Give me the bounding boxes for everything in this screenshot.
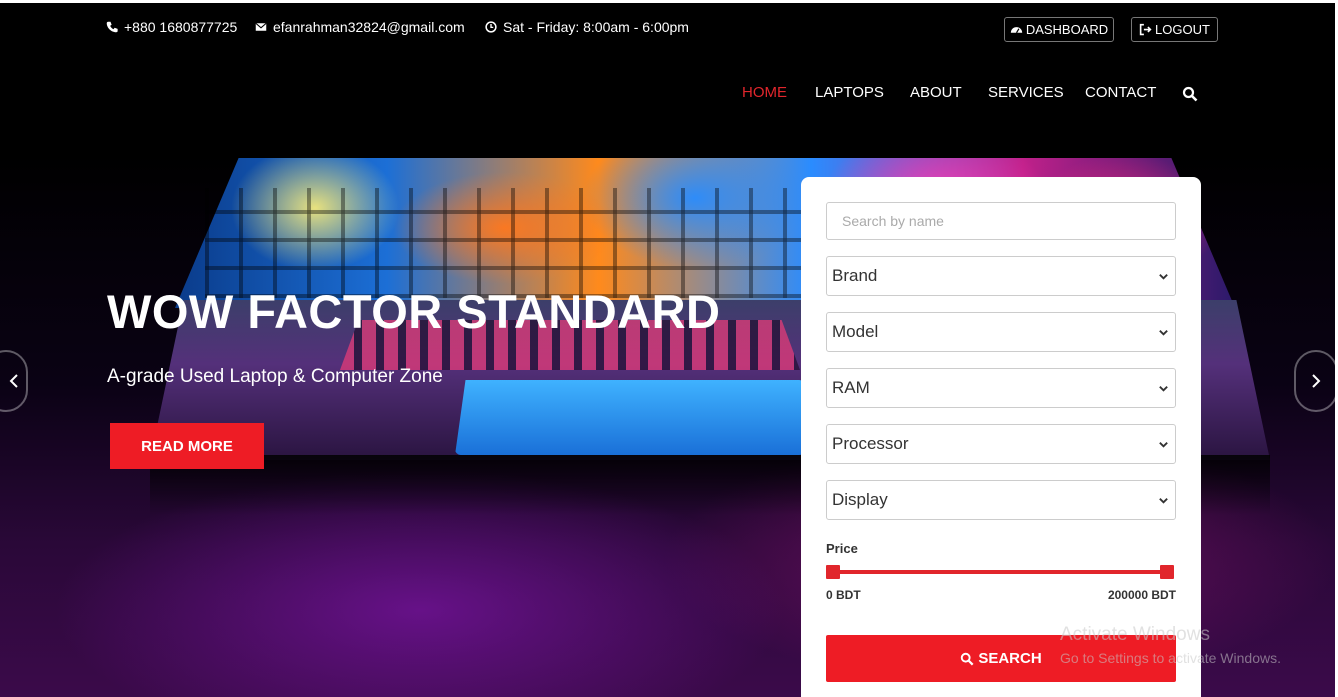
chevron-right-icon	[1312, 374, 1321, 388]
display-select[interactable]: Display	[826, 480, 1176, 520]
brand-select-value: Brand	[832, 266, 878, 285]
price-slider-max-handle[interactable]	[1160, 565, 1174, 579]
phone-icon	[106, 21, 118, 33]
model-select-value: Model	[832, 322, 879, 341]
nav-contact[interactable]: CONTACT	[1085, 84, 1156, 101]
email-address: efanrahman32824@gmail.com	[273, 19, 465, 35]
price-max-value: 200000 BDT	[1107, 588, 1176, 602]
dashboard-button[interactable]: DASHBOARD	[1004, 17, 1114, 42]
logout-button[interactable]: LOGOUT	[1131, 17, 1218, 42]
hero-headline: WOW FACTOR STANDARD	[107, 285, 721, 338]
phone-contact[interactable]: +880 1680877725	[106, 19, 237, 35]
nav-about[interactable]: ABOUT	[910, 84, 962, 101]
logout-label: LOGOUT	[1155, 22, 1210, 37]
chevron-down-icon	[1159, 329, 1168, 336]
carousel-prev-button[interactable]	[0, 350, 28, 412]
chevron-left-icon	[9, 374, 18, 388]
brand-select[interactable]: Brand	[826, 256, 1176, 296]
phone-number: +880 1680877725	[124, 19, 238, 35]
chevron-down-icon	[1159, 441, 1168, 448]
laptop-trackpad-image	[455, 380, 805, 455]
search-button-label: SEARCH	[978, 650, 1042, 667]
processor-select-value: Processor	[832, 434, 909, 453]
email-contact[interactable]: efanrahman32824@gmail.com	[255, 19, 465, 35]
chevron-down-icon	[1159, 273, 1168, 280]
hours-text: Sat - Friday: 8:00am - 6:00pm	[503, 19, 689, 35]
read-more-button[interactable]: READ MORE	[110, 423, 264, 469]
clock-icon	[485, 21, 497, 33]
laptop-filter-panel: Brand Model RAM Processor Display Price …	[801, 177, 1201, 697]
ram-select-value: RAM	[832, 378, 870, 397]
envelope-icon	[255, 22, 267, 31]
carousel-next-button[interactable]	[1294, 350, 1338, 412]
nav-services[interactable]: SERVICES	[988, 84, 1064, 101]
search-icon[interactable]	[1182, 86, 1198, 102]
chevron-down-icon	[1159, 385, 1168, 392]
logout-icon	[1139, 23, 1152, 36]
search-by-name-input[interactable]	[826, 202, 1176, 240]
search-icon	[961, 652, 974, 665]
laptop-keyboard-reflection	[205, 188, 805, 298]
processor-select[interactable]: Processor	[826, 424, 1176, 464]
display-select-value: Display	[832, 490, 888, 509]
price-min-value: 0 BDT	[826, 588, 861, 602]
model-select[interactable]: Model	[826, 312, 1176, 352]
dashboard-label: DASHBOARD	[1025, 22, 1109, 37]
activate-windows-title: Activate Windows	[1060, 624, 1210, 645]
nav-laptops[interactable]: LAPTOPS	[815, 84, 884, 101]
business-hours: Sat - Friday: 8:00am - 6:00pm	[485, 19, 689, 35]
chevron-down-icon	[1159, 497, 1168, 504]
top-bar: +880 1680877725 efanrahman32824@gmail.co…	[0, 0, 1338, 54]
price-slider-min-handle[interactable]	[826, 565, 840, 579]
ram-select[interactable]: RAM	[826, 368, 1176, 408]
price-label: Price	[826, 541, 858, 556]
dashboard-icon	[1010, 27, 1022, 34]
hero-subline: A-grade Used Laptop & Computer Zone	[107, 366, 443, 387]
price-slider-track[interactable]	[833, 570, 1167, 574]
nav-home[interactable]: HOME	[742, 84, 787, 101]
activate-windows-subtitle: Go to Settings to activate Windows.	[1060, 650, 1281, 666]
